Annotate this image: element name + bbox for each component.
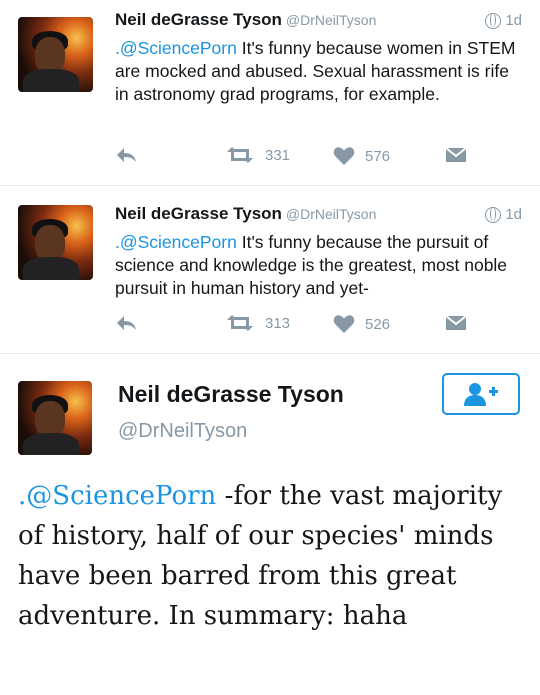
like-count: 526 (365, 315, 391, 333)
heart-icon (333, 315, 355, 333)
tweet-time: 1d (485, 206, 522, 223)
retweet-count: 331 (265, 146, 291, 164)
avatar-face (35, 225, 65, 261)
avatar[interactable] (18, 205, 93, 280)
direct-message-button[interactable] (445, 314, 467, 332)
author-name-text: Neil deGrasse Tyson (115, 204, 282, 223)
retweet-button[interactable]: 313 (225, 314, 290, 332)
time-text: 1d (505, 206, 522, 223)
author-name[interactable]: Neil deGrasse Tyson (118, 381, 344, 408)
avatar-face (35, 37, 65, 73)
reply-button[interactable] (115, 314, 137, 332)
tweet-actions: 331 576 (115, 146, 525, 168)
author-handle[interactable]: @DrNeilTyson (118, 420, 247, 443)
globe-icon (485, 12, 502, 29)
like-button[interactable]: 526 (333, 314, 390, 334)
globe-icon (485, 206, 502, 223)
retweet-count: 313 (265, 314, 291, 332)
envelope-icon (445, 315, 467, 330)
avatar-suit (23, 69, 79, 92)
tweet-text: .@SciencePorn It's funny because the pur… (115, 231, 525, 300)
author-name-text: Neil deGrasse Tyson (115, 10, 282, 29)
heart-icon (333, 147, 355, 165)
author-name[interactable]: Neil deGrasse Tyson @DrNeilTyson (115, 204, 376, 224)
tweet-actions: 313 526 (115, 314, 525, 336)
mention-link[interactable]: .@SciencePorn (115, 232, 237, 252)
time-text: 1d (505, 12, 522, 29)
avatar[interactable] (18, 381, 92, 455)
avatar[interactable] (18, 17, 93, 92)
mention-link[interactable]: .@SciencePorn (115, 38, 237, 58)
reply-button[interactable] (115, 146, 137, 164)
tweet-text: .@SciencePorn -for the vast majority of … (18, 476, 523, 636)
avatar-suit (23, 433, 79, 455)
add-user-icon (464, 383, 498, 406)
follow-button[interactable] (442, 373, 520, 415)
tweet-time: 1d (485, 12, 522, 29)
retweet-icon (227, 315, 253, 331)
author-name[interactable]: Neil deGrasse Tyson @DrNeilTyson (115, 10, 376, 30)
like-count: 576 (365, 147, 391, 165)
avatar-suit (23, 257, 79, 280)
retweet-icon (227, 147, 253, 163)
avatar-face (35, 401, 65, 437)
reply-icon (117, 316, 136, 330)
tweet-2[interactable]: Neil deGrasse Tyson @DrNeilTyson 1d .@Sci… (0, 186, 540, 354)
mention-link[interactable]: .@SciencePorn (18, 481, 216, 511)
envelope-icon (445, 147, 467, 162)
retweet-button[interactable]: 331 (225, 146, 290, 164)
author-handle: @DrNeilTyson (285, 206, 377, 222)
author-handle: @DrNeilTyson (285, 12, 377, 28)
direct-message-button[interactable] (445, 146, 467, 164)
reply-icon (117, 148, 136, 162)
like-button[interactable]: 576 (333, 146, 390, 166)
tweet-1[interactable]: Neil deGrasse Tyson @DrNeilTyson 1d .@Sci… (0, 0, 540, 186)
expanded-tweet: Neil deGrasse Tyson @DrNeilTyson .@Scien… (0, 354, 540, 695)
tweet-text: .@SciencePorn It's funny because women i… (115, 37, 525, 106)
